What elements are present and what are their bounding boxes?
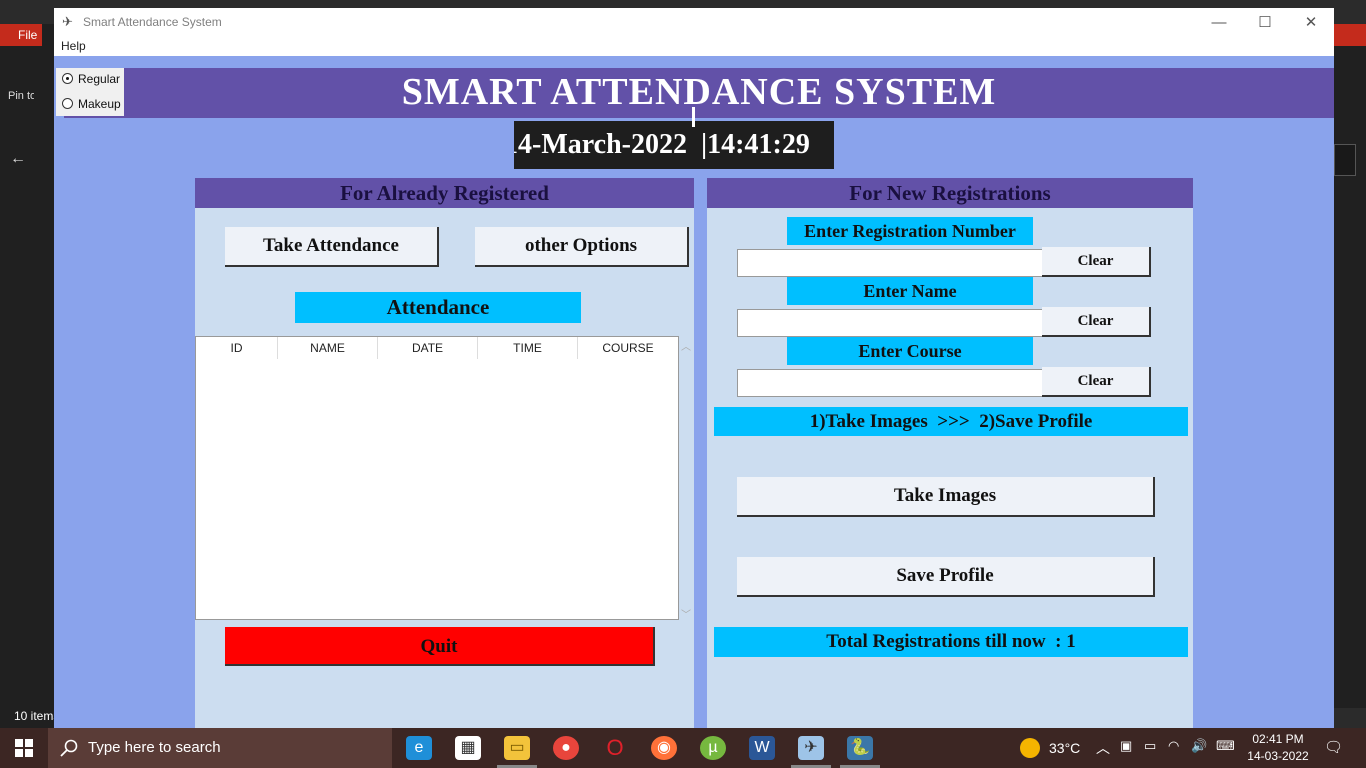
radio-makeup[interactable]: Makeup: [62, 95, 122, 115]
notification-icon[interactable]: 🗨: [1324, 738, 1343, 756]
start-button[interactable]: [0, 728, 48, 768]
explorer-pin-text[interactable]: Pin to Quick access: [8, 90, 34, 102]
app-icon[interactable]: ✈: [798, 736, 824, 760]
clear-course-button[interactable]: Clear: [1042, 367, 1151, 397]
column-header-course[interactable]: COURSE: [578, 337, 678, 359]
column-header-time[interactable]: TIME: [478, 337, 578, 359]
taskbar: Type here to search e ▦ ▭ ● O ◉ µ W ✈ 🐍 …: [0, 728, 1366, 768]
datetime-display: 14-March-2022 |14:41:29: [514, 121, 834, 169]
registered-heading: For Already Registered: [195, 178, 694, 208]
close-button[interactable]: ✕: [1288, 8, 1334, 38]
mode-radio-group: Regular Makeup: [56, 68, 124, 116]
edge-icon[interactable]: e: [406, 736, 432, 760]
radio-label: Makeup: [78, 97, 121, 111]
opera-icon[interactable]: O: [602, 736, 628, 760]
column-header-id[interactable]: ID: [196, 337, 278, 359]
titlebar: ✈ Smart Attendance System — ☐ ✕: [54, 8, 1334, 38]
minimize-button[interactable]: —: [1196, 8, 1242, 38]
client-area: SMART ATTENDANCE SYSTEM Regular Makeup 1…: [54, 56, 1334, 728]
utorrent-icon[interactable]: µ: [700, 736, 726, 760]
column-header-name[interactable]: NAME: [278, 337, 378, 359]
course-label: Enter Course: [787, 337, 1033, 365]
take-attendance-button[interactable]: Take Attendance: [225, 227, 439, 267]
keyboard-icon[interactable]: ⌨: [1216, 738, 1235, 754]
maximize-button[interactable]: ☐: [1242, 8, 1288, 38]
explorer-status: 10 items: [14, 709, 60, 723]
time-text: 14:41:29: [707, 129, 810, 160]
scroll-up-icon[interactable]: ︿: [680, 338, 692, 353]
python-icon[interactable]: 🐍: [847, 736, 873, 760]
column-header-date[interactable]: DATE: [378, 337, 478, 359]
menu-help[interactable]: Help: [61, 39, 86, 53]
weather-temp[interactable]: 33°C: [1049, 740, 1080, 756]
explorer-view-toggle[interactable]: [1334, 708, 1366, 728]
taskbar-clock-time[interactable]: 02:41 PM: [1252, 732, 1304, 746]
name-input[interactable]: [737, 309, 1043, 337]
date-text: 14-March-2022: [514, 129, 687, 160]
chrome-icon[interactable]: ●: [553, 736, 579, 760]
window-title: Smart Attendance System: [83, 15, 222, 29]
store-icon[interactable]: ▦: [455, 736, 481, 760]
firefox-icon[interactable]: ◉: [651, 736, 677, 760]
attendance-table[interactable]: ID NAME DATE TIME COURSE: [195, 336, 679, 620]
steps-label: 1)Take Images >>> 2)Save Profile: [714, 407, 1188, 436]
attendance-label: Attendance: [295, 292, 581, 323]
windows-icon: [15, 739, 33, 757]
radio-regular[interactable]: Regular: [62, 70, 122, 90]
clear-name-button[interactable]: Clear: [1042, 307, 1151, 337]
take-images-button[interactable]: Take Images: [737, 477, 1155, 517]
quit-button[interactable]: Quit: [225, 627, 655, 666]
explorer-left-strip: Pin to Quick access ←: [0, 46, 34, 538]
save-profile-button[interactable]: Save Profile: [737, 557, 1155, 597]
text-cursor: [692, 107, 695, 127]
course-input[interactable]: [737, 369, 1043, 397]
explorer-close-button[interactable]: [1334, 24, 1366, 46]
radio-dot: [62, 73, 73, 84]
volume-icon[interactable]: 🔊: [1191, 738, 1207, 754]
name-label: Enter Name: [787, 277, 1033, 305]
reg-number-label: Enter Registration Number: [787, 217, 1033, 245]
banner-title: SMART ATTENDANCE SYSTEM: [64, 68, 1334, 118]
explorer-search-box[interactable]: [1334, 144, 1356, 176]
explorer-file-tab[interactable]: File: [0, 24, 42, 46]
feather-icon: ✈: [62, 14, 73, 29]
wifi-icon[interactable]: ◠: [1168, 738, 1179, 754]
menubar: [54, 38, 1334, 56]
clear-reg-number-button[interactable]: Clear: [1042, 247, 1151, 277]
file-explorer-icon[interactable]: ▭: [504, 736, 530, 760]
search-placeholder: Type here to search: [88, 739, 221, 756]
meet-icon[interactable]: ▣: [1120, 738, 1132, 754]
chevron-up-icon[interactable]: ︿: [1096, 738, 1110, 758]
back-arrow-icon[interactable]: ←: [10, 150, 26, 168]
taskbar-search[interactable]: Type here to search: [48, 728, 392, 768]
new-registration-heading: For New Registrations: [707, 178, 1193, 208]
search-icon: [60, 739, 78, 757]
battery-icon[interactable]: ▭: [1144, 738, 1156, 754]
total-registrations-label: Total Registrations till now : 1: [714, 627, 1188, 657]
radio-dot: [62, 98, 73, 109]
app-window: ✈ Smart Attendance System — ☐ ✕ Help SMA…: [54, 8, 1334, 728]
scroll-down-icon[interactable]: ﹀: [680, 606, 692, 621]
weather-icon[interactable]: [1020, 738, 1040, 758]
reg-number-input[interactable]: [737, 249, 1043, 277]
taskbar-clock-date[interactable]: 14-03-2022: [1246, 749, 1310, 763]
other-options-button[interactable]: other Options: [475, 227, 689, 267]
word-icon[interactable]: W: [749, 736, 775, 760]
radio-label: Regular: [78, 72, 121, 86]
